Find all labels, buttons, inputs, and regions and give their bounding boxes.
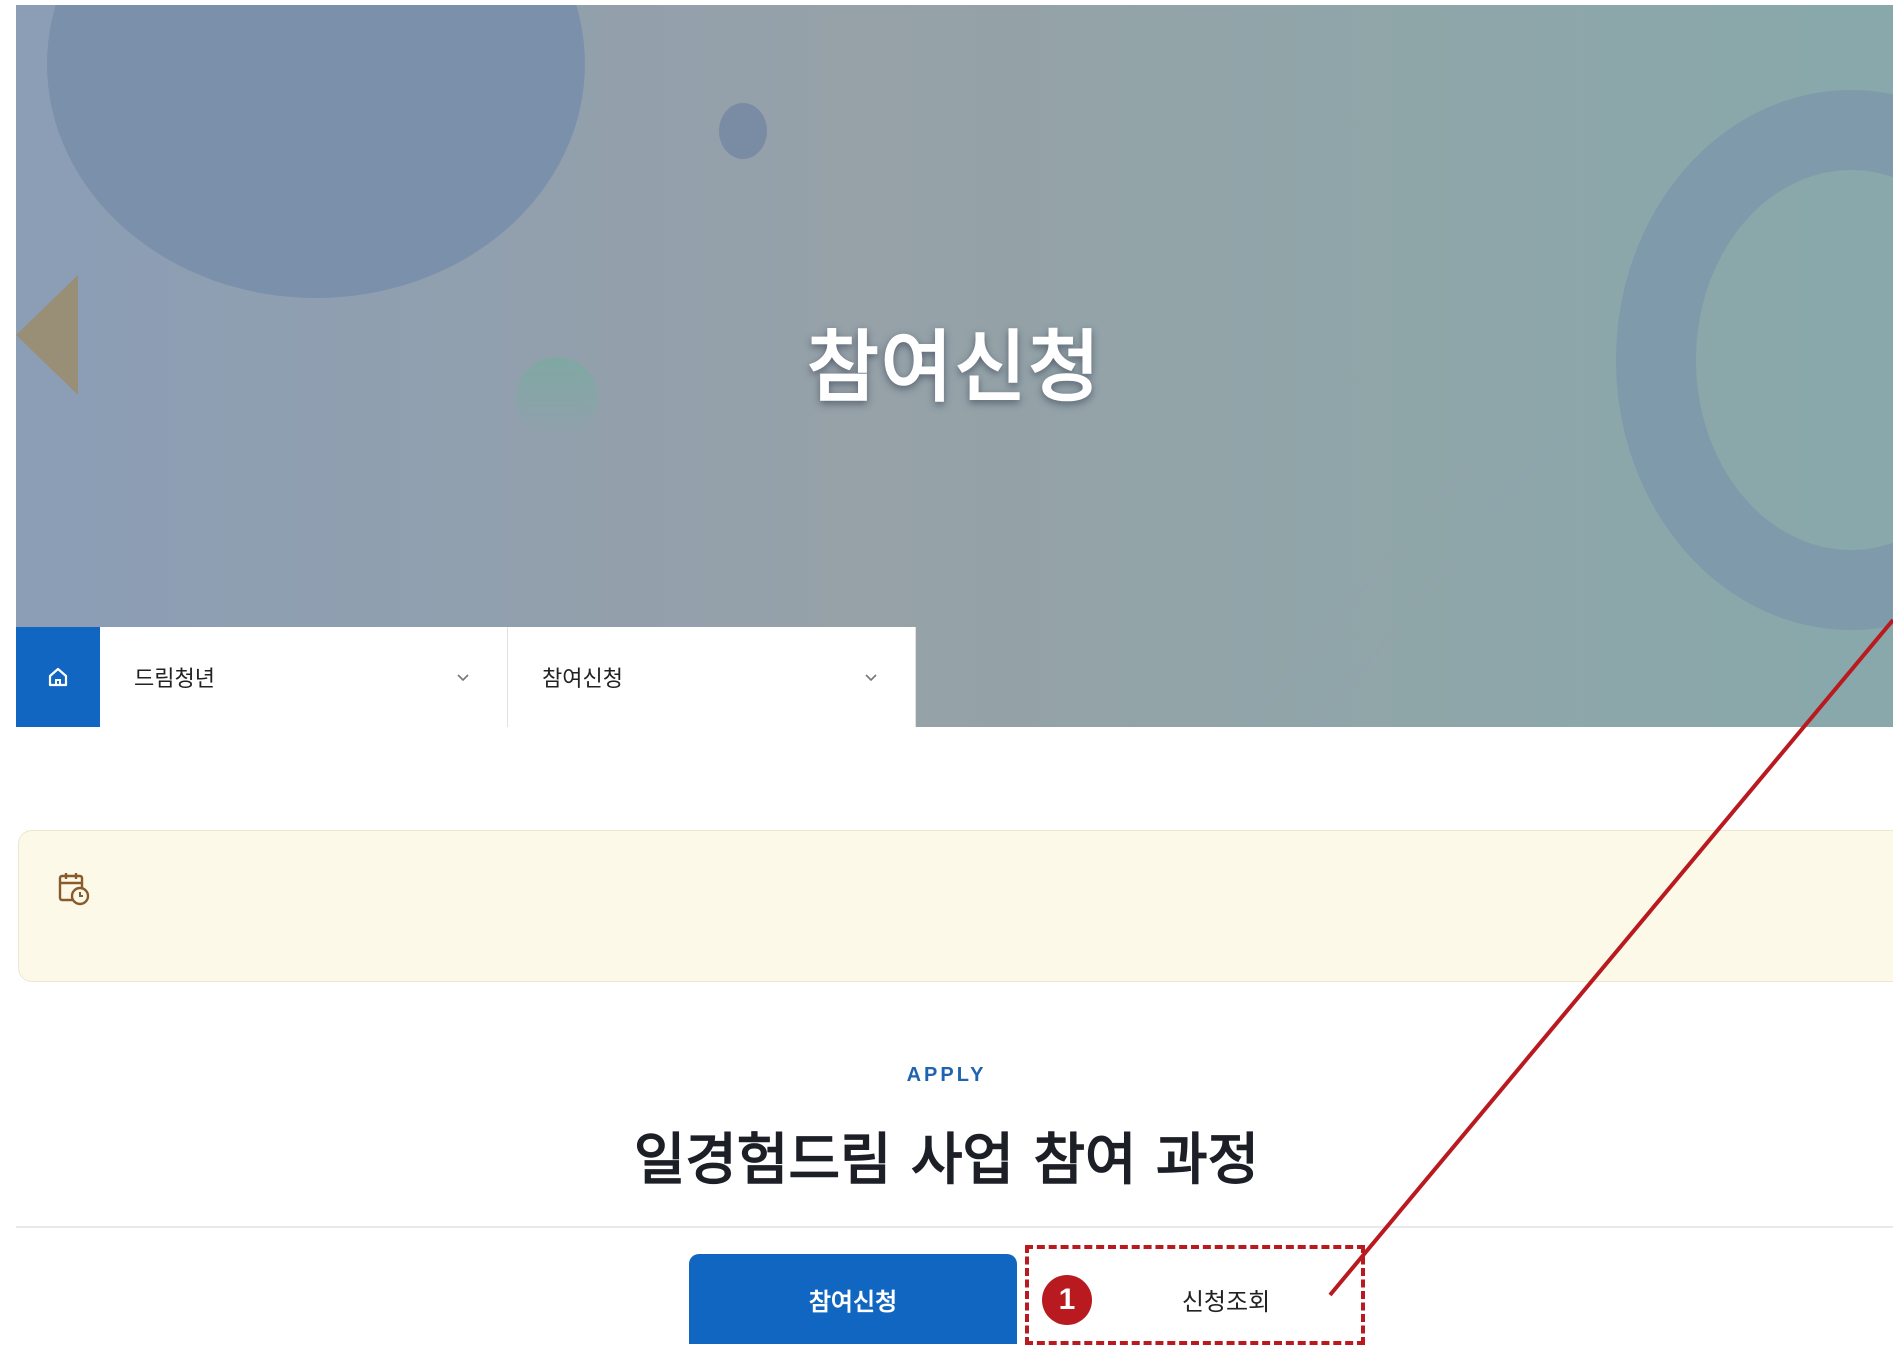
home-icon <box>48 667 68 687</box>
chevron-down-icon <box>457 674 469 682</box>
page-title: 참여신청 <box>806 323 1103 413</box>
notice-box <box>18 830 1893 982</box>
decorative-line <box>1226 430 1563 727</box>
section-eyebrow: APPLY <box>906 1064 987 1086</box>
divider <box>16 1226 1893 1228</box>
decorative-circle <box>47 5 585 298</box>
chevron-down-icon <box>865 674 877 682</box>
hero-banner: 참여신청 <box>16 5 1893 727</box>
tab-label: 신청조회 <box>1181 1287 1271 1316</box>
calendar-clock-icon <box>58 873 90 906</box>
section-title: 일경험드림 사업 참여 과정 <box>633 1128 1260 1193</box>
decorative-line <box>1181 405 1518 727</box>
tab-apply[interactable]: 참여신청 <box>689 1254 1017 1344</box>
breadcrumb: 드림청년 참여신청 <box>16 627 916 727</box>
step-number-badge: 1 <box>1042 1275 1092 1325</box>
decorative-dot <box>719 103 767 159</box>
breadcrumb-dropdown-label: 드림청년 <box>134 667 215 692</box>
breadcrumb-dropdown-dream-youth[interactable]: 드림청년 <box>100 627 508 727</box>
breadcrumb-home-button[interactable] <box>16 627 100 727</box>
breadcrumb-dropdown-apply[interactable]: 참여신청 <box>508 627 916 727</box>
breadcrumb-dropdown-label: 참여신청 <box>542 667 623 692</box>
